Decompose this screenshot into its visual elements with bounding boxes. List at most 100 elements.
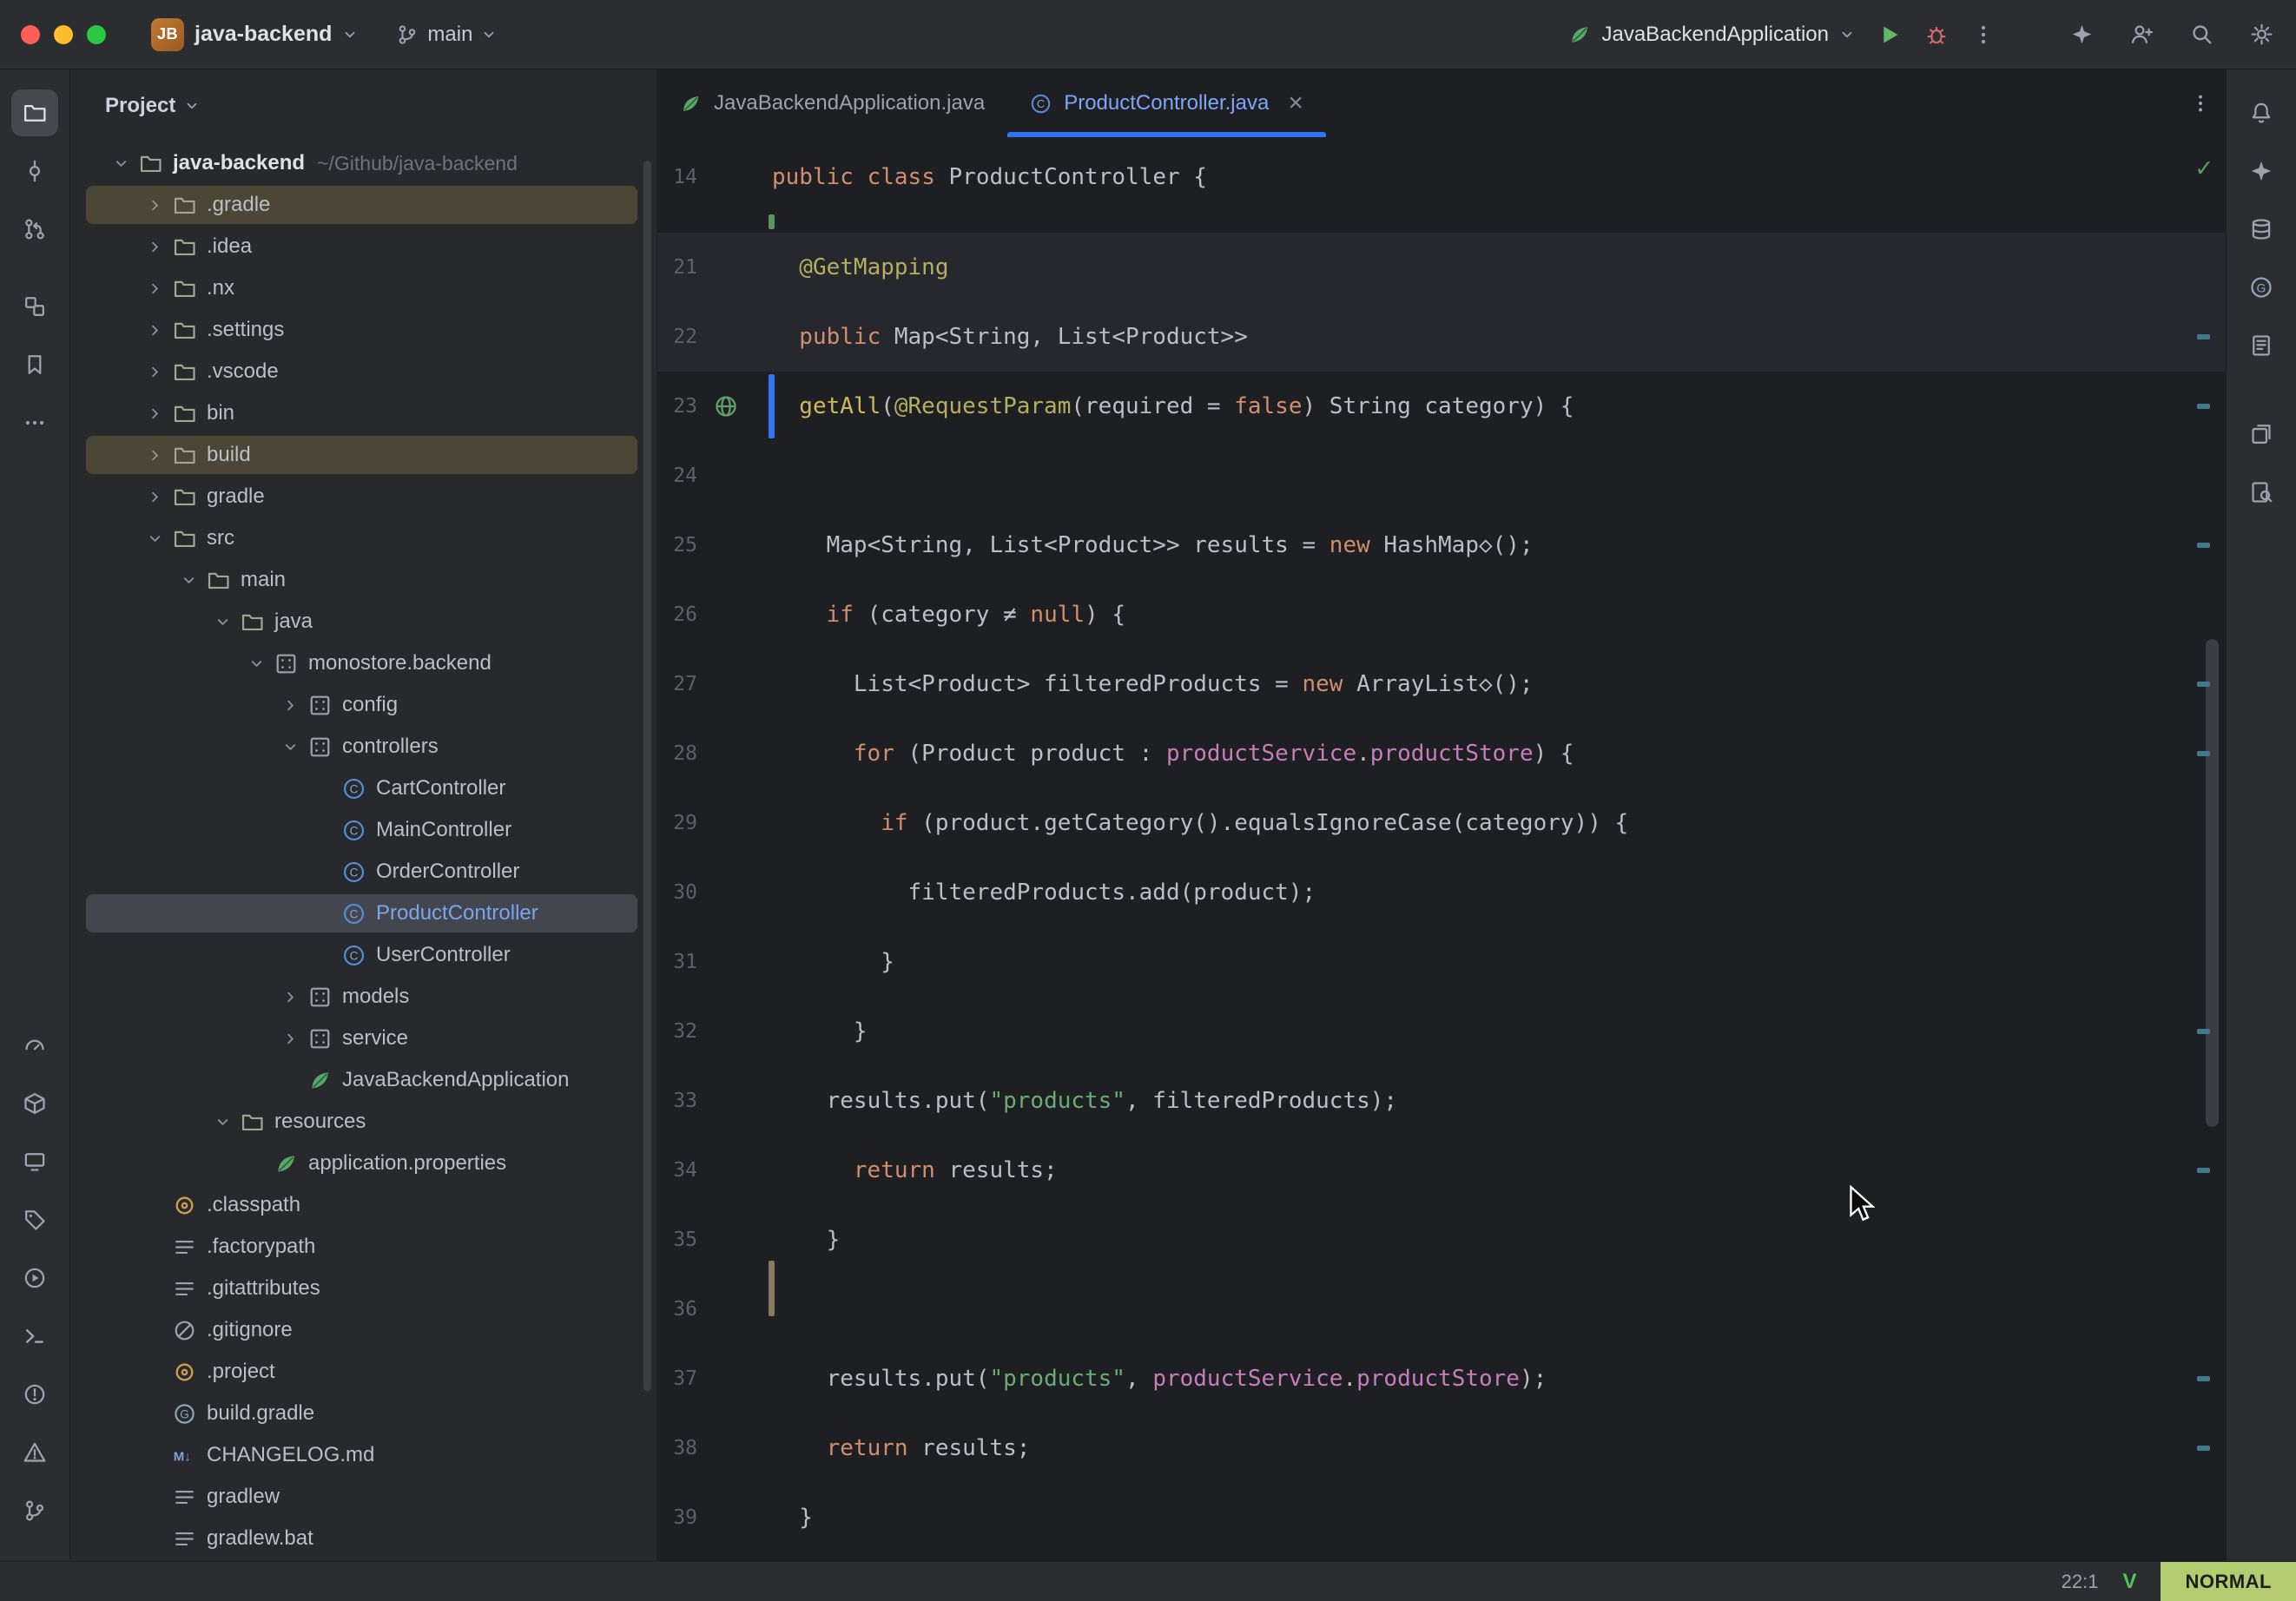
line-number[interactable]: 37 (657, 1367, 697, 1390)
code-line-34[interactable]: 34return results; (657, 1136, 2226, 1205)
search-icon[interactable] (2190, 23, 2214, 46)
sidebar-item-pull-requests[interactable] (11, 206, 58, 253)
tree-row-build-gradle[interactable]: Gbuild.gradle (70, 1393, 656, 1434)
sidebar-item-notifications[interactable] (2238, 89, 2285, 136)
code-line-24[interactable]: 24 (657, 441, 2226, 511)
chevron-right-icon[interactable] (139, 273, 170, 304)
line-number[interactable]: 29 (657, 812, 697, 834)
line-number[interactable]: 32 (657, 1020, 697, 1043)
tree-row-gitignore[interactable]: .gitignore (70, 1309, 656, 1351)
tree-row-factorypath[interactable]: .factorypath (70, 1226, 656, 1268)
sidebar-item-structure[interactable] (11, 283, 58, 330)
sidebar-item-database[interactable] (2238, 206, 2285, 253)
code-line-23[interactable]: 23getAll(@RequestParam(required = false)… (657, 372, 2226, 441)
minimize-window-button[interactable] (54, 25, 73, 44)
tree-row-models[interactable]: models (70, 976, 656, 1018)
ai-assistant-icon[interactable] (2070, 23, 2094, 46)
line-number[interactable]: 30 (657, 881, 697, 904)
line-number[interactable]: 14 (657, 166, 697, 188)
sidebar-item-more[interactable] (11, 399, 58, 446)
chevron-right-icon[interactable] (139, 189, 170, 221)
tree-row-application-properties[interactable]: application.properties (70, 1143, 656, 1184)
settings-gear-icon[interactable] (2250, 23, 2273, 46)
line-number[interactable]: 34 (657, 1159, 697, 1182)
line-number[interactable]: 35 (657, 1229, 697, 1251)
line-number[interactable]: 38 (657, 1437, 697, 1459)
tree-row-maincontroller[interactable]: CMainController (70, 809, 656, 851)
code-line-22[interactable]: 22public Map<String, List<Product>> (657, 302, 2226, 372)
code-with-me-icon[interactable] (2130, 23, 2154, 46)
code-line-29[interactable]: 29if (product.getCategory().equalsIgnore… (657, 788, 2226, 858)
sidebar-item-find[interactable] (2238, 469, 2285, 516)
project-panel-header[interactable]: Project (70, 69, 656, 142)
tree-row-gradle[interactable]: gradle (70, 476, 656, 517)
code-line-27[interactable]: 27List<Product> filteredProducts = new A… (657, 649, 2226, 719)
code-line-30[interactable]: 30filteredProducts.add(product); (657, 858, 2226, 927)
chevron-right-icon[interactable] (274, 981, 306, 1012)
run-configuration-selector[interactable]: JavaBackendApplication (1568, 23, 1855, 47)
tree-row-idea[interactable]: .idea (70, 226, 656, 267)
line-number[interactable]: 33 (657, 1090, 697, 1112)
tab-javabackendapplication-java[interactable]: JavaBackendApplication.java (657, 69, 1007, 137)
code-line-31[interactable]: 31} (657, 927, 2226, 997)
tree-row-java[interactable]: java (70, 601, 656, 642)
sidebar-item-profiler[interactable] (11, 1022, 58, 1069)
debug-button[interactable] (1924, 23, 1949, 47)
chevron-down-icon[interactable] (105, 148, 136, 179)
chevron-down-icon[interactable] (241, 648, 272, 679)
code-line-28[interactable]: 28for (Product product : productService.… (657, 719, 2226, 788)
line-number[interactable]: 22 (657, 326, 697, 348)
chevron-right-icon[interactable] (139, 439, 170, 471)
tree-row-ordercontroller[interactable]: COrderController (70, 851, 656, 893)
close-tab-icon[interactable]: × (1288, 90, 1303, 116)
sidebar-item-problems[interactable] (11, 1371, 58, 1418)
line-number[interactable]: 39 (657, 1506, 697, 1529)
close-window-button[interactable] (21, 25, 40, 44)
sidebar-item-todo[interactable] (11, 1196, 58, 1243)
sidebar-item-gradle[interactable]: G (2238, 264, 2285, 311)
tree-row-src[interactable]: src (70, 517, 656, 559)
tree-row-project[interactable]: .project (70, 1351, 656, 1393)
tree-row-cartcontroller[interactable]: CCartController (70, 768, 656, 809)
code-line-35[interactable]: 35} (657, 1205, 2226, 1275)
tree-row-java-backend[interactable]: java-backend~/Github/java-backend (70, 142, 656, 184)
sidebar-item-commit[interactable] (11, 148, 58, 194)
line-number[interactable]: 25 (657, 534, 697, 557)
tree-row-bin[interactable]: bin (70, 392, 656, 434)
sidebar-item-documentation[interactable] (2238, 322, 2285, 369)
chevron-down-icon[interactable] (139, 523, 170, 554)
sidebar-item-warnings[interactable] (11, 1429, 58, 1476)
code-line-26[interactable]: 26if (category ≠ null) { (657, 580, 2226, 649)
tree-row-resources[interactable]: resources (70, 1101, 656, 1143)
code-line-38[interactable]: 38return results; (657, 1413, 2226, 1483)
tree-row-build[interactable]: build (70, 434, 656, 476)
tree-row-usercontroller[interactable]: CUserController (70, 934, 656, 976)
line-number[interactable]: 27 (657, 673, 697, 695)
tree-row-settings[interactable]: .settings (70, 309, 656, 351)
line-number[interactable]: 31 (657, 951, 697, 973)
tree-row-service[interactable]: service (70, 1018, 656, 1059)
tree-row-gradlew[interactable]: gradlew (70, 1476, 656, 1518)
sidebar-item-version-control[interactable] (11, 1487, 58, 1534)
chevron-down-icon[interactable] (173, 564, 204, 596)
tree-row-classpath[interactable]: .classpath (70, 1184, 656, 1226)
tree-row-javabackendapplication[interactable]: JavaBackendApplication (70, 1059, 656, 1101)
code-line-21[interactable]: 21@GetMapping (657, 233, 2226, 302)
tab-productcontroller-java[interactable]: CProductController.java× (1007, 69, 1326, 137)
chevron-right-icon[interactable] (274, 689, 306, 721)
chevron-right-icon[interactable] (274, 1023, 306, 1054)
branch-selector[interactable]: main (387, 16, 505, 54)
tree-row-vscode[interactable]: .vscode (70, 351, 656, 392)
line-number[interactable]: 21 (657, 256, 697, 279)
chevron-right-icon[interactable] (139, 356, 170, 387)
analysis-mark[interactable] (2197, 1029, 2210, 1034)
chevron-right-icon[interactable] (139, 314, 170, 346)
zoom-window-button[interactable] (87, 25, 106, 44)
tree-row-productcontroller[interactable]: CProductController (70, 893, 656, 934)
analysis-mark[interactable] (2197, 1446, 2210, 1451)
project-tree-scrollbar[interactable] (643, 161, 651, 1391)
sidebar-item-services[interactable] (11, 1255, 58, 1301)
tree-row-changelog-md[interactable]: M↓CHANGELOG.md (70, 1434, 656, 1476)
code-line-37[interactable]: 37results.put("products", productService… (657, 1344, 2226, 1413)
tree-row-monostore-backend[interactable]: monostore.backend (70, 642, 656, 684)
